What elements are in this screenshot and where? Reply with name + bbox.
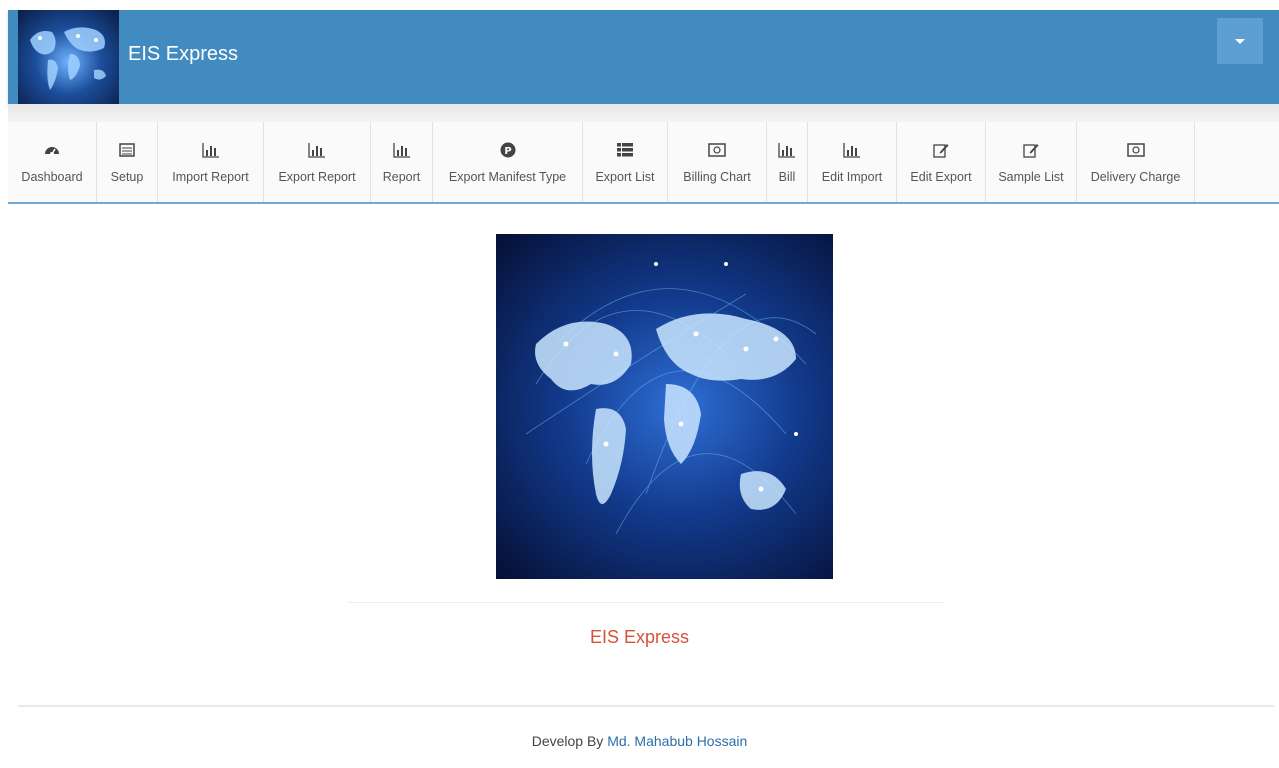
developer-credit: Develop By Md. Mahabub Hossain xyxy=(0,733,1279,749)
nav-item-delivery-charge[interactable]: Delivery Charge xyxy=(1077,122,1195,202)
main-nav: Dashboard Setup Import Report Export Rep… xyxy=(8,122,1279,204)
nav-label: Bill xyxy=(778,170,796,184)
top-header: EIS Express xyxy=(8,10,1279,104)
caret-down-icon xyxy=(1235,38,1245,44)
nav-item-report[interactable]: Report xyxy=(371,122,433,202)
bar-chart-icon xyxy=(308,140,326,160)
nav-item-setup[interactable]: Setup xyxy=(97,122,158,202)
nav-item-export-list[interactable]: Export List xyxy=(583,122,668,202)
p-circle-icon: P xyxy=(500,140,516,160)
nav-label: Dashboard xyxy=(21,170,83,184)
nav-label: Export List xyxy=(595,170,655,184)
nav-item-edit-import[interactable]: Edit Import xyxy=(808,122,897,202)
world-map-icon xyxy=(496,234,833,579)
nav-item-export-report[interactable]: Export Report xyxy=(264,122,371,202)
content-divider xyxy=(348,602,945,603)
footer-divider xyxy=(18,705,1274,707)
nav-label: Report xyxy=(382,170,421,184)
bar-chart-icon xyxy=(392,140,411,160)
world-map-icon[interactable] xyxy=(18,10,119,104)
money-icon xyxy=(1126,140,1145,160)
bar-chart-icon xyxy=(778,140,796,160)
nav-item-export-manifest-type[interactable]: P Export Manifest Type xyxy=(433,122,583,202)
svg-text:P: P xyxy=(504,146,511,157)
nav-label: Edit Import xyxy=(821,170,883,184)
nav-label: Edit Export xyxy=(910,170,972,184)
bar-chart-icon xyxy=(843,140,861,160)
bar-chart-icon xyxy=(201,140,220,160)
app-title[interactable]: EIS Express xyxy=(128,43,238,66)
developer-link[interactable]: Md. Mahabub Hossain xyxy=(607,733,747,749)
money-icon xyxy=(708,140,726,160)
nav-item-dashboard[interactable]: Dashboard xyxy=(8,122,97,202)
footer-brand: EIS Express xyxy=(589,627,690,647)
nav-item-edit-export[interactable]: Edit Export xyxy=(897,122,986,202)
nav-label: Billing Chart xyxy=(683,170,751,184)
nav-item-import-report[interactable]: Import Report xyxy=(158,122,264,202)
nav-label: Delivery Charge xyxy=(1090,170,1181,184)
list-icon xyxy=(119,140,135,160)
nav-label: Import Report xyxy=(172,170,249,184)
user-menu-button[interactable] xyxy=(1217,18,1263,64)
edit-icon xyxy=(1023,140,1039,160)
nav-item-bill[interactable]: Bill xyxy=(767,122,808,202)
nav-separator xyxy=(8,104,1279,122)
list-icon xyxy=(617,140,633,160)
nav-label: Setup xyxy=(110,170,144,184)
nav-label: Export Manifest Type xyxy=(448,170,567,184)
credit-prefix: Develop By xyxy=(531,733,604,749)
dashboard-icon xyxy=(44,140,60,160)
edit-icon xyxy=(933,140,949,160)
nav-item-sample-list[interactable]: Sample List xyxy=(986,122,1077,202)
nav-label: Sample List xyxy=(998,170,1064,184)
nav-item-billing-chart[interactable]: Billing Chart xyxy=(668,122,767,202)
nav-label: Export Report xyxy=(278,170,356,184)
